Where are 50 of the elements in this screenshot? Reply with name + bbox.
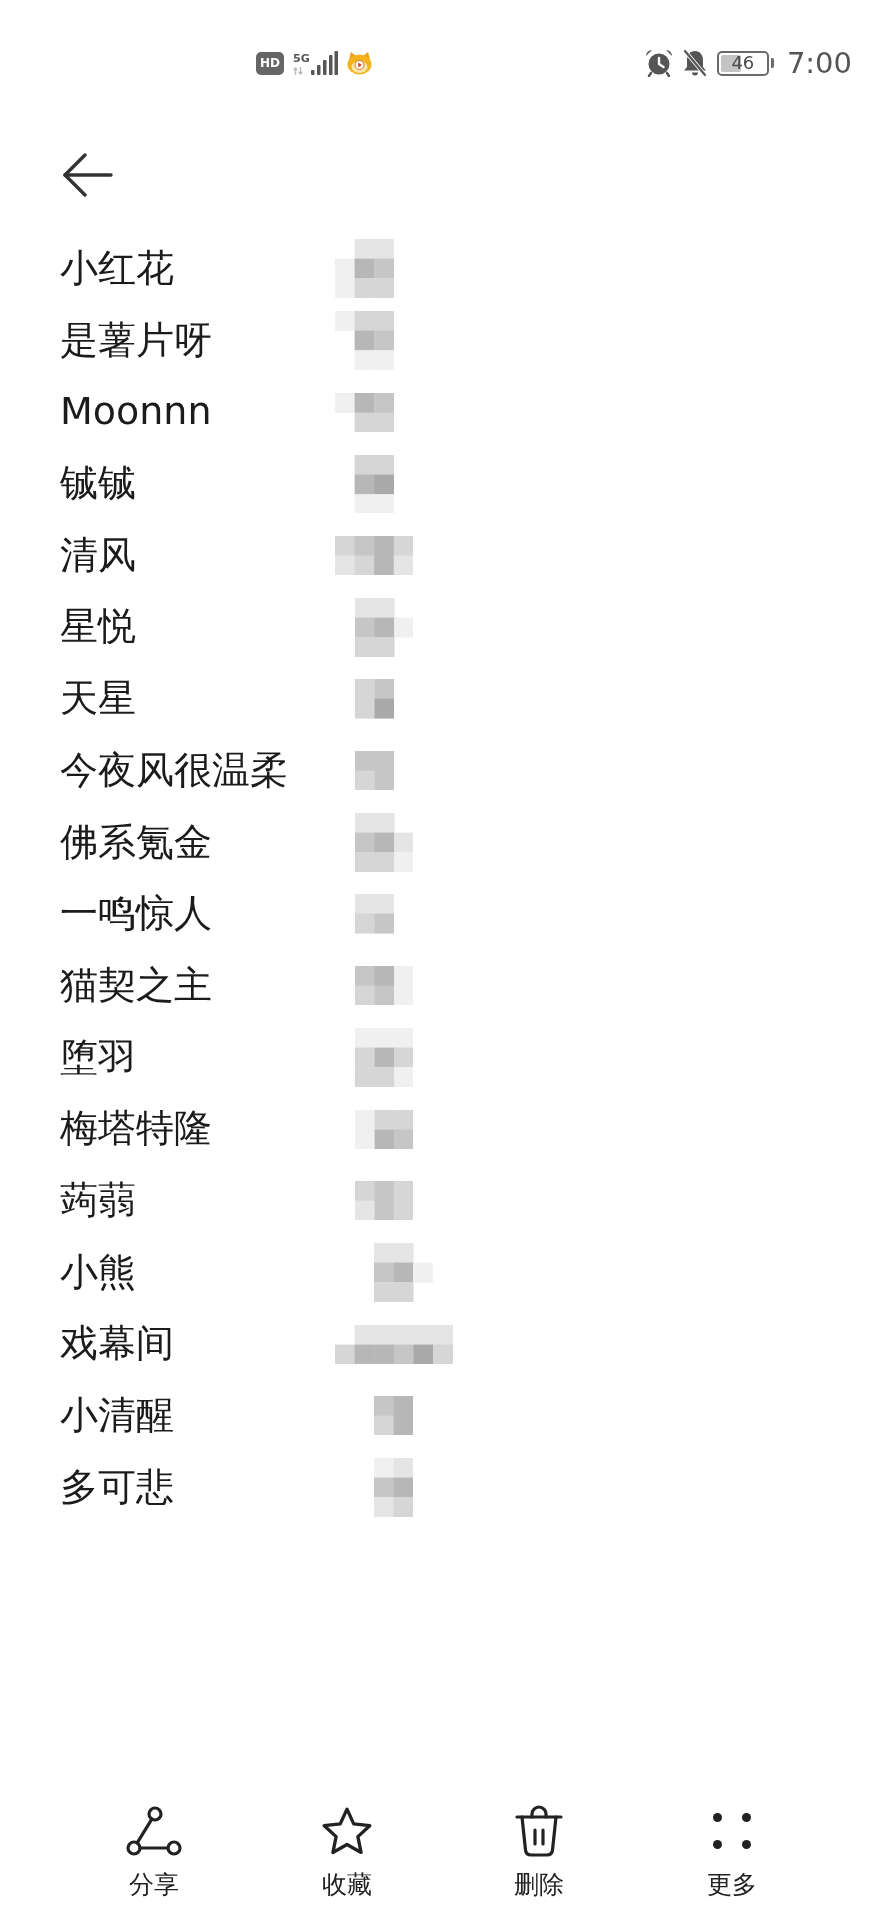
pixelated-mosaic-drawing [335, 239, 394, 299]
trash-icon [514, 1805, 565, 1857]
share-button[interactable]: 分享 [126, 1806, 183, 1900]
share-icon [126, 1806, 183, 1856]
dots-grid-icon [712, 1813, 751, 1849]
hd-badge: HD [256, 51, 284, 75]
contact-name[interactable]: 小清醒 [60, 1393, 174, 1439]
signal-bars-icon [310, 51, 338, 75]
contact-name[interactable]: 一鸣惊人 [60, 891, 212, 937]
pixelated-mosaic-drawing [335, 311, 394, 370]
contact-name[interactable]: 铖铖 [60, 461, 136, 507]
alarm-clock-icon [644, 49, 673, 77]
contact-name[interactable]: 天星 [60, 676, 136, 722]
pixelated-mosaic-drawing [335, 392, 394, 432]
contact-name[interactable]: 多可悲 [60, 1464, 174, 1511]
pixelated-mosaic-drawing [374, 1396, 414, 1436]
pixelated-mosaic-drawing [354, 1028, 414, 1087]
pixelated-mosaic-drawing [354, 679, 394, 719]
pixelated-mosaic-drawing [354, 966, 414, 1006]
contact-name[interactable]: 堕羽 [60, 1034, 136, 1081]
pixelated-mosaic-drawing [354, 894, 394, 934]
status-time: 7:00 [786, 48, 852, 78]
pixelated-mosaic-drawing [354, 1109, 414, 1149]
cat-face-icon [346, 51, 372, 75]
pixelated-mosaic-drawing [354, 812, 414, 872]
contact-name[interactable]: 清风 [60, 532, 136, 579]
contact-name[interactable]: Moonnn [60, 389, 212, 435]
contact-name[interactable]: 佛系氪金 [60, 819, 212, 866]
star-icon [320, 1807, 373, 1855]
data-arrows-icon [293, 67, 303, 75]
network-type-label: 5G [293, 53, 310, 65]
contact-name[interactable]: 蒟蒻 [60, 1178, 136, 1224]
contact-name[interactable]: 梅塔特隆 [60, 1106, 212, 1152]
favorite-button[interactable]: 收藏 [320, 1806, 373, 1900]
contact-name[interactable]: 戏幕间 [60, 1321, 174, 1367]
pixelated-mosaic-drawing [354, 751, 394, 791]
more-button[interactable]: 更多 [706, 1806, 757, 1900]
contact-name[interactable]: 猫契之主 [60, 962, 212, 1009]
contact-name[interactable]: 是薯片呀 [60, 317, 212, 364]
pixelated-mosaic-drawing [354, 1181, 414, 1221]
back-button[interactable] [63, 153, 113, 197]
pixelated-mosaic-drawing [374, 1243, 433, 1302]
contact-name[interactable]: 小红花 [60, 246, 174, 292]
contact-name[interactable]: 星悦 [60, 604, 136, 651]
contact-name[interactable]: 今夜风很温柔 [60, 747, 288, 794]
contact-name[interactable]: 小熊 [60, 1249, 136, 1296]
pixelated-mosaic-drawing [374, 1458, 414, 1517]
bell-off-icon [681, 49, 708, 77]
delete-button[interactable]: 删除 [514, 1806, 565, 1900]
pixelated-mosaic-drawing [354, 597, 414, 657]
